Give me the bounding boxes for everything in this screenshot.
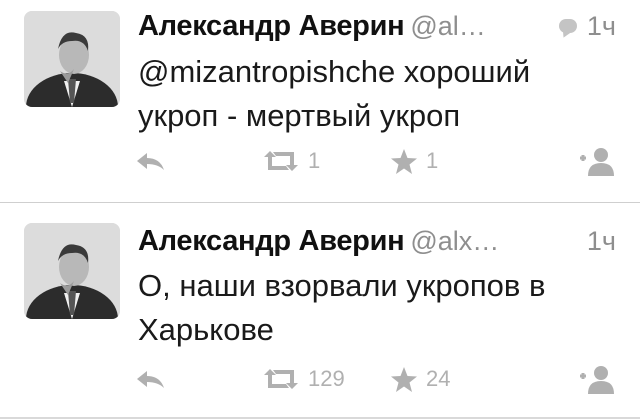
- retweet-icon: [264, 369, 298, 389]
- timestamp[interactable]: 1ч: [587, 11, 616, 41]
- retweet-count: 129: [308, 366, 345, 391]
- author-handle[interactable]: @al…: [410, 11, 485, 41]
- avatar[interactable]: [24, 223, 120, 319]
- favorite-icon: [391, 148, 417, 174]
- reply-button[interactable]: [136, 364, 166, 394]
- reply-icon: [137, 153, 164, 170]
- follow-icon: [580, 366, 614, 394]
- tweet-text: @mizantropishche хороший укроп - мертвый…: [138, 54, 531, 133]
- favorite-icon: [391, 366, 417, 392]
- avatar[interactable]: [24, 11, 120, 107]
- tweet-actions: 129 24: [0, 358, 640, 398]
- favorite-count: 1: [426, 148, 439, 173]
- favorite-button[interactable]: 24: [390, 364, 450, 394]
- tweet-header: Александр Аверин @al… 1ч: [138, 8, 616, 44]
- author-handle[interactable]: @alx…: [410, 226, 499, 256]
- retweet-icon: [264, 151, 298, 171]
- retweet-button[interactable]: 129: [262, 364, 345, 394]
- tweet-actions: 1 1: [0, 140, 640, 180]
- author-name[interactable]: Александр Аверин: [138, 10, 405, 42]
- conversation-icon: [558, 19, 577, 33]
- retweet-button[interactable]: 1: [262, 146, 320, 176]
- timestamp[interactable]: 1ч: [587, 223, 616, 259]
- follow-button[interactable]: [574, 146, 616, 176]
- tweet[interactable]: Александр Аверин @al… 1ч @mizantropishche…: [0, 0, 640, 202]
- favorite-count: 24: [426, 366, 451, 391]
- retweet-count: 1: [308, 148, 321, 173]
- tweet-text: О, наши взорвали укропов в Харькове: [138, 268, 546, 347]
- reply-icon: [137, 371, 164, 388]
- follow-icon: [580, 148, 614, 176]
- tweet[interactable]: Александр Аверин @alx… 1ч О, наши взорвал…: [0, 203, 640, 419]
- tweet-header: Александр Аверин @alx… 1ч: [138, 223, 616, 259]
- tweet-meta: 1ч: [558, 8, 616, 44]
- follow-button[interactable]: [574, 364, 616, 394]
- author-name[interactable]: Александр Аверин: [138, 225, 405, 257]
- favorite-button[interactable]: 1: [390, 146, 438, 176]
- reply-button[interactable]: [136, 146, 166, 176]
